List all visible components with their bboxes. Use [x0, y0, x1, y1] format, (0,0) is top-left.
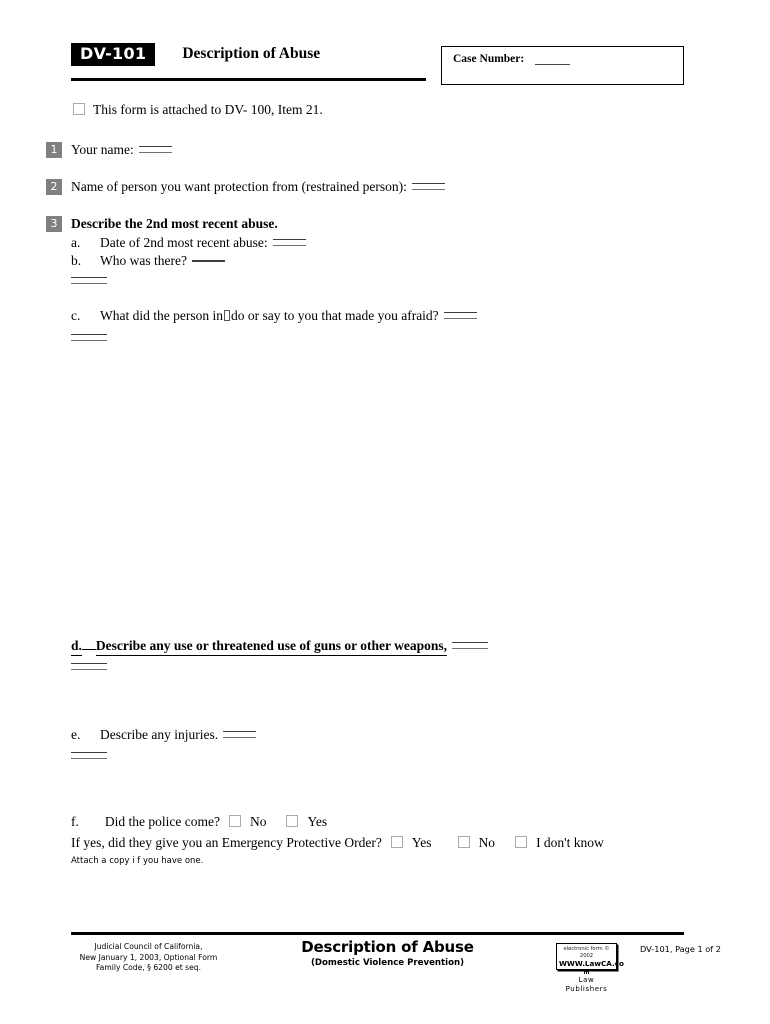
- footer-title-block: Description of Abuse (Domestic Violence …: [280, 938, 495, 968]
- epo-no-label: No: [478, 835, 496, 850]
- item-2-row: Name of person you want protection from …: [71, 179, 445, 195]
- item-3d-fill-line[interactable]: [452, 642, 489, 649]
- publisher-logo-box: electronic form © 2002 WWW.LawCA.co: [556, 943, 624, 970]
- attached-to-dv100-checkbox[interactable]: [73, 103, 85, 115]
- publisher-logo: electronic form © 2002 WWW.LawCA.co m La…: [556, 943, 624, 994]
- item-3a-fill-line[interactable]: [272, 239, 306, 246]
- epo-dont-know-label: I don't know: [536, 835, 604, 850]
- item-3a-label: Date of 2nd most recent abuse:: [100, 235, 268, 250]
- item-3b-row: Who was there?: [100, 253, 225, 269]
- form-header: DV-101 Description of Abuse: [71, 43, 426, 71]
- police-came-yes-checkbox[interactable]: [286, 815, 299, 827]
- item-3a-letter: a.: [71, 235, 81, 250]
- form-number-badge: DV-101: [71, 43, 156, 66]
- item-3c-row: What did the person in do or say to you t…: [100, 308, 477, 324]
- item-3c-fill-line[interactable]: [443, 312, 477, 319]
- item-3e-fill-line-continued[interactable]: [71, 752, 107, 759]
- police-came-no-label: No: [249, 814, 267, 829]
- item-1-row: Your name:: [71, 142, 172, 158]
- item-3e-letter: e.: [71, 727, 81, 742]
- header-divider: [71, 78, 426, 81]
- publisher-name-line-2: Publishers: [565, 985, 608, 993]
- item-3e-label: Describe any injuries.: [100, 727, 219, 742]
- item-3f-row: f. Did the police come? No Yes: [71, 814, 327, 830]
- item-3-label: Describe the 2nd most recent abuse.: [71, 216, 278, 231]
- item-3d-spacer: [81, 648, 96, 650]
- item-3b-label: Who was there?: [100, 253, 187, 268]
- case-number-field-line[interactable]: [535, 64, 570, 65]
- item-3f-letter: f.: [71, 814, 79, 829]
- item-3d-label: Describe any use or threatened use of gu…: [95, 638, 448, 656]
- item-3d-fill-line-continued[interactable]: [71, 663, 107, 670]
- item-3b-fill-line[interactable]: [191, 260, 225, 262]
- police-came-yes-label: Yes: [307, 814, 328, 829]
- footer-legal-block: Judicial Council of California, New Janu…: [71, 942, 226, 974]
- publisher-logo-line-1: electronic form ©: [563, 946, 610, 952]
- item-3c-label-after: do or say to you that made you afraid?: [230, 308, 439, 323]
- item-3f-question: Did the police come?: [104, 814, 220, 829]
- epo-yes-checkbox[interactable]: [390, 836, 403, 848]
- publisher-name-line-1: Law: [578, 976, 595, 984]
- item-3e-fill-line[interactable]: [223, 731, 257, 738]
- epo-attach-note: Attach a copy i f you have one.: [71, 856, 204, 866]
- item-2-number: 2: [46, 179, 62, 195]
- footer-form-subtitle: (Domestic Violence Prevention): [310, 958, 465, 968]
- publisher-logo-url: WWW.LawCA.co: [559, 959, 624, 968]
- footer-legal-line-1: Judicial Council of California,: [94, 942, 203, 951]
- item-3e-row: Describe any injuries.: [100, 727, 257, 743]
- footer-legal-line-2: New January 1, 2003, Optional Form: [79, 952, 218, 962]
- case-number-label: Case Number:: [453, 53, 525, 65]
- epo-dont-know-checkbox[interactable]: [515, 836, 528, 848]
- item-3d-letter: d.: [71, 638, 82, 656]
- item-3c-label-before: What did the person in: [100, 308, 223, 323]
- attached-notice-row: This form is attached to DV- 100, Item 2…: [73, 102, 323, 118]
- item-2-label: Name of person you want protection from …: [71, 179, 407, 194]
- item-3-number: 3: [46, 216, 62, 232]
- footer-page-label: DV-101, Page 1 of 2: [640, 944, 722, 954]
- form-page: DV-101 Description of Abuse Case Number:…: [0, 0, 770, 1024]
- epo-question-row: If yes, did they give you an Emergency P…: [71, 835, 604, 851]
- page-title: Description of Abuse: [182, 44, 321, 62]
- attached-notice-label: This form is attached to DV- 100, Item 2…: [93, 102, 323, 117]
- epo-no-checkbox[interactable]: [457, 836, 470, 848]
- item-3d-row: d. Describe any use or threatened use of …: [71, 638, 489, 656]
- police-came-no-checkbox[interactable]: [228, 815, 241, 827]
- item-1-number: 1: [46, 142, 62, 158]
- epo-question-label: If yes, did they give you an Emergency P…: [71, 835, 382, 850]
- item-3c-fill-line-continued[interactable]: [71, 334, 107, 341]
- item-3a-row: Date of 2nd most recent abuse:: [100, 235, 306, 251]
- footer-legal-line-3: Family Code, § 6200 et seq.: [96, 963, 201, 972]
- item-3b-fill-line-continued[interactable]: [71, 277, 107, 284]
- footer-divider: [71, 932, 684, 935]
- missing-glyph-icon: [223, 310, 230, 321]
- epo-yes-label: Yes: [411, 835, 432, 850]
- item-2-fill-line[interactable]: [411, 183, 445, 190]
- item-1-label: Your name:: [71, 142, 134, 157]
- footer-form-title: Description of Abuse: [301, 938, 474, 956]
- case-number-box[interactable]: Case Number:: [441, 46, 684, 85]
- item-3c-letter: c.: [71, 308, 81, 323]
- item-1-fill-line[interactable]: [138, 146, 172, 153]
- item-3b-letter: b.: [71, 253, 82, 268]
